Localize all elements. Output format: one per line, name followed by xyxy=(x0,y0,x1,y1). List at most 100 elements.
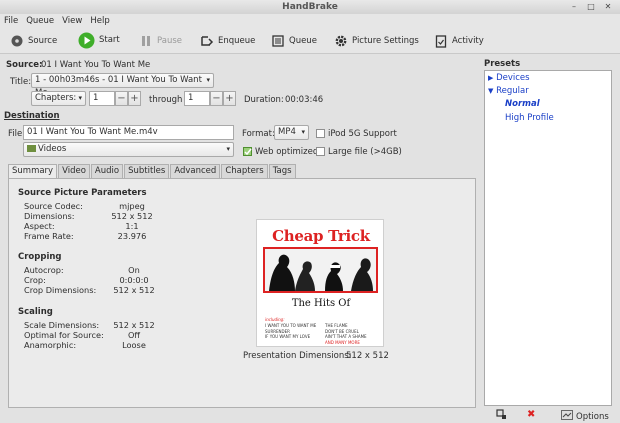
chevron-down-icon: ▾ xyxy=(206,76,210,84)
menu-view[interactable]: View xyxy=(58,14,86,28)
chapter-start-input[interactable]: 1 xyxy=(89,91,115,106)
tab-tags[interactable]: Tags xyxy=(268,164,296,178)
menu-help[interactable]: Help xyxy=(86,14,113,28)
prop-value: Off xyxy=(127,330,141,340)
preset-group-regular[interactable]: ▼ Regular xyxy=(488,85,529,98)
activity-button[interactable]: Activity xyxy=(434,33,484,49)
prop-label: Crop: xyxy=(24,275,46,285)
prop-label: Crop Dimensions: xyxy=(24,285,97,295)
album-subtitle: The Hits Of xyxy=(291,298,351,309)
chevron-down-icon: ▾ xyxy=(226,145,230,153)
chapter-end-increment[interactable]: + xyxy=(223,91,236,106)
add-preset-icon[interactable] xyxy=(496,409,507,423)
prop-value: On xyxy=(128,265,140,275)
close-window-icon[interactable]: ✕ xyxy=(603,2,613,12)
settings-tabs: Summary Video Audio Subtitles Advanced C… xyxy=(8,164,297,178)
through-label: through xyxy=(149,95,183,105)
options-label: Options xyxy=(576,411,609,422)
chapters-mode-value: Chapters: xyxy=(35,93,77,103)
chapter-end-input[interactable]: 1 xyxy=(184,91,210,106)
prop-value: 512 x 512 xyxy=(113,320,155,330)
prop-label: Optimal for Source: xyxy=(24,330,104,340)
prop-value: Loose xyxy=(122,340,146,350)
picture-settings-label: Picture Settings xyxy=(352,36,419,46)
album-tracks-right: THE FLAME DON'T BE CRUEL AIN'T THAT A SH… xyxy=(325,323,381,345)
remove-preset-icon[interactable]: ✖ xyxy=(527,409,535,420)
format-combo[interactable]: MP4 ▾ xyxy=(274,125,309,140)
maximize-icon[interactable]: □ xyxy=(586,2,596,12)
expander-down-icon: ▼ xyxy=(488,87,494,95)
chapter-start-increment[interactable]: + xyxy=(128,91,141,106)
title-label: Title: xyxy=(10,77,32,87)
chapter-end-decrement[interactable]: − xyxy=(210,91,223,106)
source-name: 01 I Want You To Want Me xyxy=(41,60,151,70)
folder-icon xyxy=(27,145,36,152)
web-optimized-checkbox[interactable] xyxy=(243,147,252,156)
activity-label: Activity xyxy=(452,36,484,46)
enqueue-button[interactable]: Enqueue xyxy=(200,33,255,49)
album-tracks-left: I WANT YOU TO WANT ME SURRENDER IF YOU W… xyxy=(265,323,323,340)
chevron-down-icon: ▾ xyxy=(78,94,82,102)
chapters-mode-combo[interactable]: Chapters: ▾ xyxy=(31,91,86,106)
track-item: IF YOU WANT MY LOVE xyxy=(265,334,311,339)
format-value: MP4 xyxy=(278,127,296,137)
source-params-heading: Source Picture Parameters xyxy=(18,188,147,198)
source-heading: Source: xyxy=(6,60,43,70)
tab-video[interactable]: Video xyxy=(58,164,90,178)
tab-chapters[interactable]: Chapters xyxy=(221,164,268,178)
folder-chooser[interactable]: Videos ▾ xyxy=(23,142,234,157)
web-optimized-label: Web optimized xyxy=(255,147,319,157)
chapter-start-decrement[interactable]: − xyxy=(115,91,128,106)
preset-group-label: Devices xyxy=(496,73,530,83)
ipod-label: iPod 5G Support xyxy=(328,129,397,139)
preset-item-high-profile[interactable]: High Profile xyxy=(505,112,554,125)
tab-advanced[interactable]: Advanced xyxy=(170,164,221,178)
large-file-label: Large file (>4GB) xyxy=(328,147,402,157)
track-item: AND MANY MORE xyxy=(325,339,360,345)
prop-label: Autocrop: xyxy=(24,265,64,275)
presentation-dimensions-label: Presentation Dimensions: xyxy=(243,351,352,361)
source-icon xyxy=(10,34,24,48)
menu-file[interactable]: File xyxy=(0,14,22,28)
source-label: Source xyxy=(28,36,58,46)
start-label: Start xyxy=(99,35,120,45)
window-title: HandBrake xyxy=(282,2,338,12)
picture-settings-button[interactable]: Picture Settings xyxy=(334,33,419,49)
prop-label: Aspect: xyxy=(24,221,55,231)
band-photo xyxy=(263,247,378,293)
preview-image: Cheap Trick The Hits Of including: I WAN… xyxy=(256,219,384,347)
tab-audio[interactable]: Audio xyxy=(90,164,124,178)
menu-bar: File Queue View Help xyxy=(0,14,620,28)
tab-subtitles[interactable]: Subtitles xyxy=(124,164,170,178)
ipod-checkbox[interactable] xyxy=(316,129,325,138)
pause-label: Pause xyxy=(157,36,182,46)
track-item: I WANT YOU TO WANT ME xyxy=(265,323,317,328)
prop-value: 512 x 512 xyxy=(111,211,153,221)
tab-summary[interactable]: Summary xyxy=(8,164,58,178)
prop-label: Dimensions: xyxy=(24,211,75,221)
prop-label: Source Codec: xyxy=(24,201,83,211)
cropping-heading: Cropping xyxy=(18,252,62,262)
duration-value: 00:03:46 xyxy=(285,95,324,105)
preset-item-normal[interactable]: Normal xyxy=(505,98,540,111)
destination-heading: Destination xyxy=(4,111,60,121)
title-combo[interactable]: 1 - 00h03m46s - 01 I Want You To Want Me… xyxy=(31,73,214,98)
menu-queue[interactable]: Queue xyxy=(22,14,58,28)
source-button[interactable]: Source xyxy=(10,33,57,49)
file-name-input[interactable]: 01 I Want You To Want Me.m4v xyxy=(23,125,234,140)
presentation-dimensions-value: 512 x 512 xyxy=(346,351,389,361)
duration-label: Duration: xyxy=(244,95,284,105)
enqueue-icon xyxy=(200,34,214,48)
pause-button[interactable]: Pause xyxy=(139,33,182,49)
preset-group-devices[interactable]: ▶ Devices xyxy=(488,72,530,85)
queue-button[interactable]: Queue xyxy=(271,33,317,49)
preset-options-button[interactable]: Options xyxy=(561,410,609,423)
prop-value: 23.976 xyxy=(117,231,147,241)
format-label: Format: xyxy=(242,129,275,139)
pause-icon xyxy=(139,34,153,48)
large-file-checkbox[interactable] xyxy=(316,147,325,156)
start-button[interactable]: Start xyxy=(78,32,120,48)
minimize-icon[interactable]: – xyxy=(569,2,579,12)
album-including: including: xyxy=(265,317,285,322)
prop-value: 1:1 xyxy=(125,221,139,231)
